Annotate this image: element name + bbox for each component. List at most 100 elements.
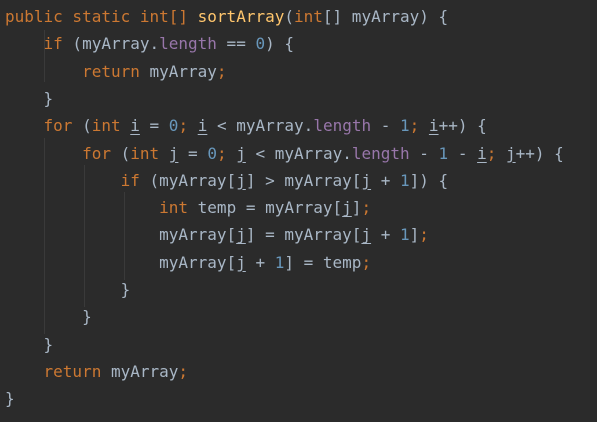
code-token: int — [294, 7, 323, 26]
code-token: myArray — [101, 361, 179, 381]
code-token: ( — [72, 116, 92, 136]
code-token: ( — [284, 7, 294, 26]
code-token: ; — [216, 61, 227, 81]
code-token: = — [178, 143, 208, 163]
code-token: ] — [351, 198, 362, 218]
code-token: ; — [361, 252, 372, 272]
code-token: j — [236, 143, 246, 163]
code-token: ] — [409, 225, 420, 245]
code-line[interactable]: if (myArray.length == 0) { — [5, 30, 294, 57]
code-editor[interactable]: public static int[] sortArray(int[] myAr… — [0, 0, 597, 422]
code-token: + — [371, 225, 400, 245]
code-token: ] > myArray[ — [245, 170, 362, 190]
code-token: i — [197, 116, 208, 136]
code-token: - — [409, 143, 439, 163]
code-token: ] = temp — [284, 252, 362, 272]
code-token: 1 — [274, 252, 285, 272]
code-token: for — [43, 116, 73, 136]
code-token: length — [313, 116, 372, 136]
code-token: } — [5, 307, 92, 327]
code-token: int — [130, 143, 160, 163]
code-token: 1 — [438, 143, 449, 163]
code-token: (myArray[ — [139, 170, 237, 190]
code-line[interactable]: } — [5, 385, 15, 412]
code-token: j — [168, 143, 179, 163]
code-token: myArray[ — [5, 252, 237, 272]
code-token: if — [43, 34, 63, 54]
code-token: ; — [361, 198, 372, 218]
code-token: i — [477, 143, 487, 163]
code-token: length — [159, 34, 217, 54]
code-token: ; — [178, 361, 189, 381]
code-line[interactable]: } — [5, 331, 54, 358]
code-token: < myArray. — [207, 116, 314, 136]
code-line[interactable]: myArray[j] = myArray[j + 1]; — [5, 221, 429, 248]
code-token: } — [5, 389, 15, 409]
code-token: temp = myArray[ — [188, 198, 343, 218]
code-token: == — [216, 34, 256, 54]
code-token: - — [371, 116, 401, 136]
code-token: j — [506, 143, 516, 163]
code-token: j — [342, 198, 352, 218]
code-token: myArray[ — [5, 225, 237, 245]
code-line[interactable]: if (myArray[j] > myArray[j + 1]) { — [5, 167, 449, 194]
code-token: return — [43, 361, 102, 381]
code-token: myArray — [139, 61, 217, 81]
code-token: ] = myArray[ — [245, 225, 362, 245]
code-token: + — [245, 252, 275, 272]
code-token: public static int[] — [5, 7, 198, 26]
code-token: 1 — [399, 225, 410, 245]
code-line[interactable]: myArray[j + 1] = temp; — [5, 249, 371, 276]
code-line[interactable]: return myArray; — [5, 58, 227, 85]
code-token: ; — [216, 143, 237, 163]
code-token: 0 — [207, 143, 217, 163]
code-token: 1 — [399, 170, 410, 190]
code-line[interactable]: } — [5, 303, 92, 330]
code-token: i — [130, 116, 140, 136]
code-token: [] myArray) { — [322, 7, 449, 26]
code-line[interactable]: int temp = myArray[j]; — [5, 194, 371, 221]
code-token: int — [91, 116, 121, 136]
code-token: ; — [419, 225, 429, 245]
code-token: + — [371, 170, 400, 190]
code-token: ; — [178, 116, 198, 136]
code-token: 0 — [255, 34, 266, 54]
code-token: j — [236, 170, 246, 190]
code-token: - — [448, 143, 478, 163]
code-token: } — [5, 334, 54, 354]
code-token: i — [428, 116, 439, 136]
code-token: } — [5, 280, 131, 299]
code-token: ( — [110, 143, 131, 163]
code-line[interactable]: for (int j = 0; j < myArray.length - 1 -… — [5, 140, 564, 167]
code-token: int — [159, 198, 189, 218]
code-line[interactable]: return myArray; — [5, 358, 189, 385]
code-token: } — [5, 88, 54, 108]
code-token: j — [361, 170, 372, 190]
code-line[interactable]: } — [5, 85, 54, 112]
code-token: 1 — [400, 116, 410, 136]
code-token: = — [139, 116, 169, 136]
code-token: j — [236, 252, 246, 272]
code-token: ; — [486, 143, 506, 163]
code-line[interactable]: public static int[] sortArray(int[] myAr… — [5, 3, 448, 30]
code-line[interactable]: for (int i = 0; i < myArray.length - 1; … — [5, 112, 487, 139]
code-token: ; — [409, 116, 429, 136]
code-token: if — [120, 170, 140, 190]
code-token: < myArray. — [245, 143, 352, 163]
code-token: (myArray. — [62, 34, 160, 54]
code-token: ]) { — [409, 170, 449, 190]
code-token: sortArray — [197, 7, 285, 26]
code-line[interactable]: } — [5, 276, 131, 303]
code-token: length — [351, 143, 410, 163]
code-token: ) { — [265, 34, 294, 54]
code-token: for — [82, 143, 111, 163]
